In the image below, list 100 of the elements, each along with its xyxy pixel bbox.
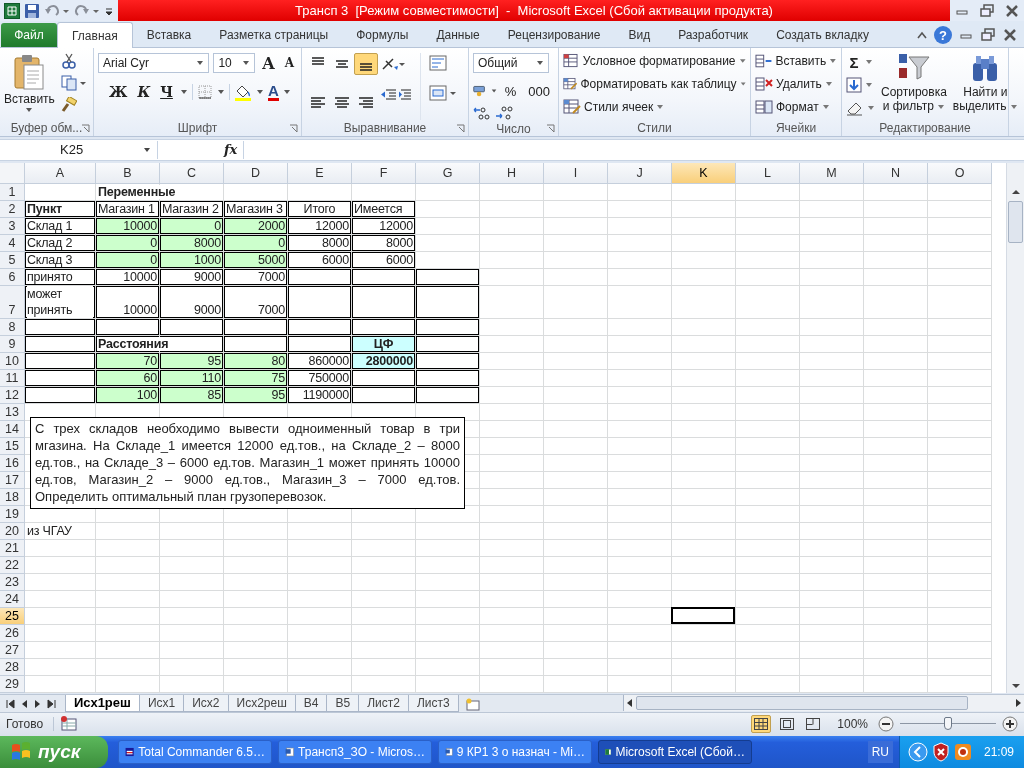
last-sheet-icon[interactable] xyxy=(46,697,58,710)
column-header[interactable]: A xyxy=(25,162,96,184)
column-header[interactable]: L xyxy=(736,162,800,184)
undo-icon[interactable] xyxy=(44,2,70,19)
taskbar-button[interactable]: Total Commander 6.5… xyxy=(118,740,272,764)
column-header[interactable]: B xyxy=(96,162,160,184)
close-icon[interactable] xyxy=(1003,3,1020,18)
insert-function-button[interactable]: fx xyxy=(224,142,238,158)
show-icons-icon[interactable] xyxy=(907,742,928,762)
dialog-launcher-icon[interactable] xyxy=(81,123,90,133)
restore-icon[interactable] xyxy=(980,28,996,43)
zoom-in-icon[interactable] xyxy=(1002,716,1018,733)
ribbon-tab[interactable]: Главная xyxy=(57,22,133,49)
column-header[interactable]: F xyxy=(352,162,416,184)
macro-record-icon[interactable] xyxy=(60,716,79,733)
sheet-tab[interactable]: Исх1реш xyxy=(65,694,140,712)
percent-button[interactable]: % xyxy=(500,83,521,99)
horizontal-scrollbar[interactable] xyxy=(623,694,1024,711)
restore-icon[interactable] xyxy=(979,3,995,18)
collapse-ribbon-icon[interactable] xyxy=(916,30,928,41)
taskbar-button[interactable]: 9 КР1 3 о назнач - Mi… xyxy=(438,740,592,764)
styles-button[interactable]: Форматировать как таблицу xyxy=(563,75,746,94)
language-indicator[interactable]: RU xyxy=(867,741,893,763)
column-header[interactable]: H xyxy=(480,162,544,184)
align-button[interactable] xyxy=(354,53,378,76)
taskbar-button[interactable]: Трансп3_ЗО - Micros… xyxy=(278,740,432,764)
find-select-button[interactable]: Найти и выделить xyxy=(952,51,1018,121)
sheet-tab[interactable]: Исх2 xyxy=(183,694,229,712)
fill-down-icon[interactable] xyxy=(846,77,862,94)
caret-icon[interactable] xyxy=(865,82,873,89)
borders-icon[interactable] xyxy=(196,84,213,101)
ribbon-tab[interactable]: Разработчик xyxy=(664,23,763,48)
dialog-launcher-icon[interactable] xyxy=(456,123,465,133)
column-header[interactable]: K xyxy=(672,162,736,184)
cells-button[interactable]: Удалить xyxy=(755,75,837,94)
vertical-scrollbar[interactable] xyxy=(1006,162,1024,693)
autosum-button[interactable]: Σ xyxy=(846,53,862,71)
column-header[interactable]: O xyxy=(928,162,992,184)
bold-button[interactable]: Ж xyxy=(106,84,131,101)
tray-app-icon[interactable] xyxy=(953,743,972,761)
taskbar-button[interactable]: Microsoft Excel (Сбой… xyxy=(598,740,752,764)
first-sheet-icon[interactable] xyxy=(4,697,16,710)
ribbon-tab[interactable]: Вид xyxy=(614,23,665,48)
close-icon[interactable] xyxy=(1002,28,1018,43)
copy-icon[interactable] xyxy=(60,75,87,92)
scroll-thumb[interactable] xyxy=(1008,200,1023,243)
save-icon[interactable] xyxy=(24,2,40,19)
row-header[interactable]: 7 xyxy=(0,285,25,319)
file-tab[interactable]: Файл xyxy=(1,23,57,48)
increase-decimal-icon[interactable] xyxy=(473,105,491,122)
sheet-tab[interactable]: Лист2 xyxy=(358,694,409,712)
underline-button[interactable]: Ч xyxy=(157,84,176,101)
ribbon-tab[interactable]: Рецензирование xyxy=(493,23,615,48)
sheet-tab[interactable]: Лист3 xyxy=(407,694,459,712)
shield-icon[interactable] xyxy=(931,742,950,762)
spreadsheet-icon[interactable] xyxy=(4,2,20,19)
column-header[interactable]: M xyxy=(800,162,864,184)
caret-icon[interactable] xyxy=(255,89,264,96)
merge-cells-icon[interactable] xyxy=(429,85,457,102)
column-header[interactable]: E xyxy=(288,162,352,184)
sheet-tab[interactable]: Исх2реш xyxy=(227,694,296,712)
format-painter-icon[interactable] xyxy=(60,97,77,114)
cells-button[interactable]: Формат xyxy=(755,98,837,117)
column-header[interactable]: J xyxy=(608,162,672,184)
font-size-field[interactable]: 10 xyxy=(213,53,256,74)
italic-button[interactable]: К xyxy=(134,84,154,101)
caret-icon[interactable] xyxy=(179,89,188,96)
dialog-launcher-icon[interactable] xyxy=(289,123,298,133)
dialog-launcher-icon[interactable] xyxy=(546,124,555,134)
styles-button[interactable]: Стили ячеек xyxy=(563,98,746,117)
ribbon-tab[interactable]: Формулы xyxy=(342,23,423,48)
sort-filter-button[interactable]: Сортировка и фильтр xyxy=(881,51,947,121)
zoom-thumb[interactable] xyxy=(944,717,952,731)
name-box[interactable]: K25 xyxy=(0,140,158,159)
number-format-field[interactable]: Общий xyxy=(473,53,549,74)
paste-button[interactable]: Вставить xyxy=(4,51,55,121)
caret-icon[interactable] xyxy=(867,105,875,112)
fill-color-icon[interactable] xyxy=(233,83,252,102)
scissors-icon[interactable] xyxy=(60,53,77,70)
column-header[interactable]: G xyxy=(416,162,480,184)
scroll-thumb[interactable] xyxy=(636,695,968,710)
caret-icon[interactable] xyxy=(282,89,291,96)
column-header[interactable]: D xyxy=(224,162,288,184)
grow-font-button[interactable]: A xyxy=(259,53,278,73)
caret-icon[interactable] xyxy=(865,59,873,66)
font-name-field[interactable]: Arial Cyr xyxy=(98,53,210,74)
font-color-button[interactable]: A xyxy=(267,83,279,101)
sheet-tab[interactable]: В5 xyxy=(326,694,360,712)
column-header[interactable]: I xyxy=(544,162,608,184)
column-header[interactable]: N xyxy=(864,162,928,184)
shrink-font-button[interactable]: A xyxy=(281,56,297,71)
sheet-tab[interactable]: Исх1 xyxy=(138,694,185,712)
cells-button[interactable]: Вставить xyxy=(755,52,837,71)
caret-icon[interactable] xyxy=(490,88,497,95)
ribbon-tab[interactable]: Создать вкладку xyxy=(762,23,883,48)
ribbon-tab[interactable]: Разметка страницы xyxy=(205,23,343,48)
ribbon-tab[interactable]: Данные xyxy=(422,23,494,48)
ribbon-tab[interactable]: Вставка xyxy=(132,23,206,48)
eraser-icon[interactable] xyxy=(846,100,864,117)
view-button[interactable] xyxy=(751,715,772,734)
